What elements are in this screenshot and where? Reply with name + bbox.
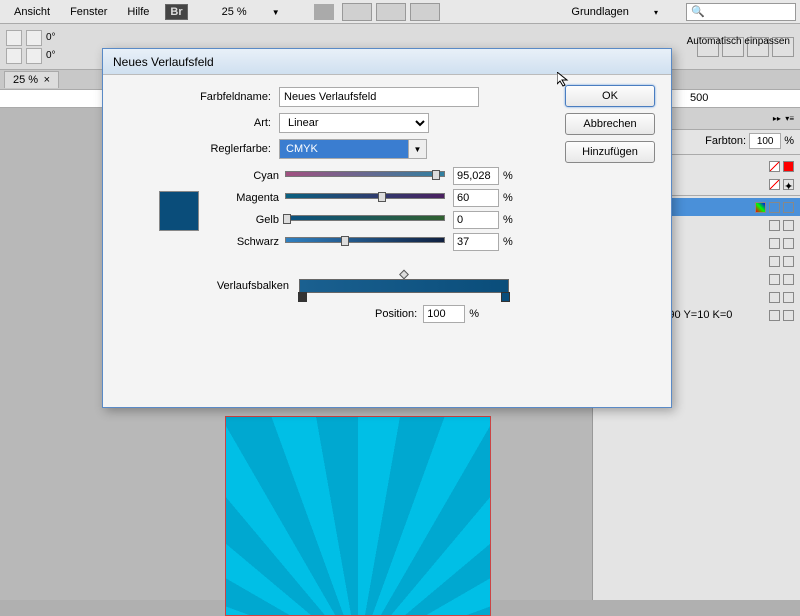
ruler-tick: 500 [690,92,708,104]
shear-icon[interactable] [6,48,22,64]
color-type-icon [783,310,794,321]
cancel-button[interactable]: Abbrechen [565,113,655,135]
tint-input[interactable] [749,133,781,149]
screen-mode-icon[interactable] [376,3,406,21]
yellow-label: Gelb [215,214,285,226]
document-tab[interactable]: 25 % × [4,71,59,88]
panel-collapse-icon[interactable]: ▸▸ ▾≡ [773,114,794,123]
magenta-slider[interactable] [285,193,445,203]
color-type-icon [783,202,794,213]
search-input[interactable] [686,3,796,21]
black-input[interactable] [453,233,499,251]
cmyk-icon [769,292,780,303]
color-type-icon [783,292,794,303]
arrange-icon[interactable] [410,3,440,21]
color-type-icon [783,274,794,285]
gradient-swatch-icon [755,202,766,213]
yellow-slider[interactable] [285,215,445,225]
cmyk-icon [769,220,780,231]
colormode-label: Reglerfarbe: [119,143,279,155]
gradient-stop-left[interactable] [298,292,307,302]
registration-icon [783,161,794,172]
auto-fit-label[interactable]: Automatisch einpassen [687,36,790,47]
none-icon [769,161,780,172]
color-type-icon [783,256,794,267]
cmyk-icon [769,256,780,267]
dialog-title: Neues Verlaufsfeld [103,49,671,75]
midpoint-icon[interactable] [399,270,409,280]
workspace-switcher[interactable]: Grundlagen ▾ [551,6,678,18]
angle-icon[interactable] [26,30,42,46]
position-input[interactable] [423,305,465,323]
zoom-level[interactable]: 25 % ▼ [202,6,300,18]
shear-value[interactable]: 0° [46,50,56,61]
cmyk-icon [769,202,780,213]
black-label: Schwarz [215,236,285,248]
none-icon [769,179,780,190]
swatch-name-label: Farbfeldname: [119,91,279,103]
close-icon[interactable]: × [44,74,50,86]
dropdown-icon: ▼ [262,8,290,17]
colormode-select[interactable]: CMYK [279,139,409,159]
cyan-input[interactable] [453,167,499,185]
gradient-bar-label: Verlaufsbalken [199,280,299,292]
magenta-label: Magenta [215,192,285,204]
cmyk-icon [769,310,780,321]
bridge-icon[interactable]: Br [165,4,187,20]
menubar: Ansicht Fenster Hilfe Br 25 % ▼ Grundlag… [0,0,800,24]
cyan-label: Cyan [215,170,285,182]
cyan-slider[interactable] [285,171,445,181]
tint-label: Farbton: [705,135,746,147]
document-page[interactable] [225,416,491,616]
new-gradient-swatch-dialog: Neues Verlaufsfeld Farbfeldname: Art: Li… [102,48,672,408]
dropdown-icon: ▾ [644,8,668,17]
view-options-icon[interactable] [342,3,372,21]
angle-icon[interactable] [26,48,42,64]
cmyk-icon [769,274,780,285]
gradient-stop-right[interactable] [501,292,510,302]
menu-help[interactable]: Hilfe [117,6,159,18]
rotation-value[interactable]: 0° [46,32,56,43]
black-slider[interactable] [285,237,445,247]
color-type-icon [783,220,794,231]
swatch-name-input[interactable] [279,87,479,107]
add-button[interactable]: Hinzufügen [565,141,655,163]
yellow-input[interactable] [453,211,499,229]
menu-window[interactable]: Fenster [60,6,117,18]
target-icon: ✦ [783,179,794,190]
ok-button[interactable]: OK [565,85,655,107]
position-label: Position: [375,308,417,320]
magenta-input[interactable] [453,189,499,207]
color-type-icon [783,238,794,249]
sunray-artwork [226,417,490,615]
color-preview [159,191,199,231]
rotate-icon[interactable] [6,30,22,46]
dropdown-icon[interactable]: ▼ [409,139,427,159]
type-select[interactable]: Linear [279,113,429,133]
gradient-ramp[interactable] [299,279,509,293]
menu-view[interactable]: Ansicht [4,6,60,18]
cmyk-icon [769,238,780,249]
type-label: Art: [119,117,279,129]
